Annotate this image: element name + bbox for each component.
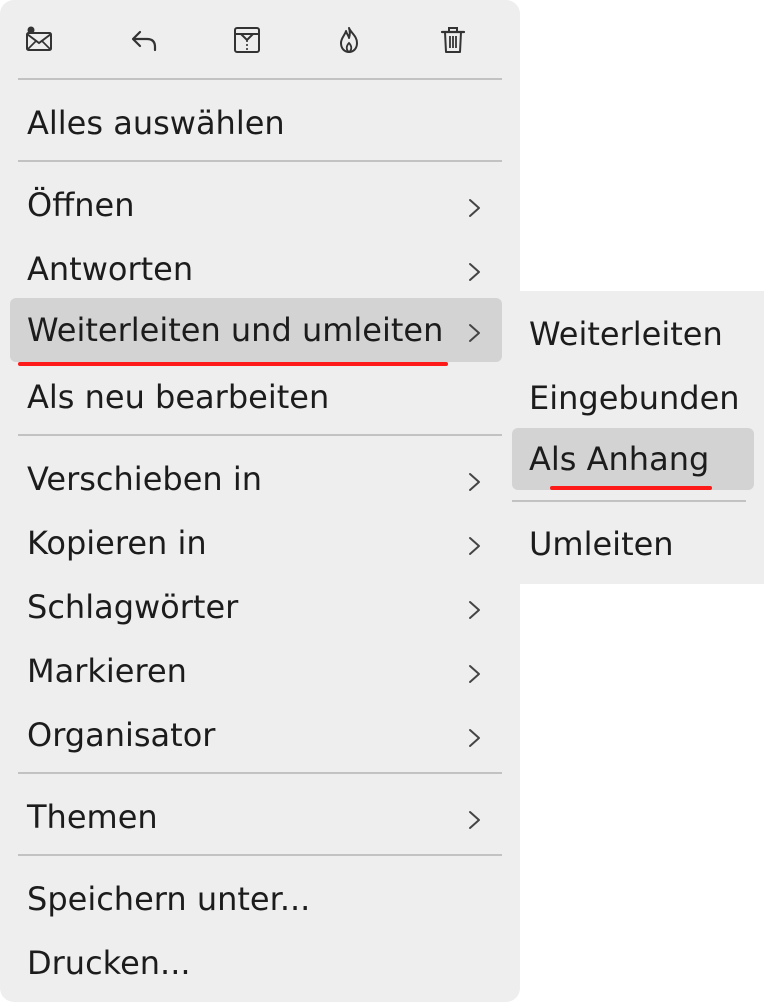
menu-item-label: Alles auswählen: [27, 104, 285, 142]
menu-item-label: Markieren: [27, 652, 187, 690]
menu-item-label: Themen: [27, 798, 158, 836]
menu-item-mark[interactable]: Markieren: [10, 639, 502, 703]
menu-separator: [18, 78, 502, 80]
reply-icon: [131, 30, 157, 52]
submenu-separator: [512, 500, 746, 502]
archive-button[interactable]: [229, 22, 265, 58]
menu-item-open[interactable]: Öffnen: [10, 173, 502, 237]
menu-separator: [18, 434, 502, 436]
junk-button[interactable]: [331, 22, 367, 58]
context-menu: Alles auswählen Öffnen Antworten Weiterl…: [0, 0, 520, 1002]
junk-icon: [340, 27, 358, 54]
menu-item-label: Antworten: [27, 250, 194, 288]
chevron-right-icon: [462, 597, 486, 623]
menu-item-save-as[interactable]: Speichern unter...: [10, 867, 502, 931]
menu-item-label: Weiterleiten und umleiten: [27, 311, 444, 349]
menu-separator: [18, 854, 502, 856]
delete-button[interactable]: [435, 22, 471, 58]
menu-item-reply[interactable]: Antworten: [10, 237, 502, 301]
annotation-underline: [550, 486, 712, 490]
menu-item-threads[interactable]: Themen: [10, 785, 502, 849]
menu-item-label: Verschieben in: [27, 460, 262, 498]
submenu-item-forward[interactable]: Weiterleiten: [512, 303, 754, 365]
submenu-item-inline[interactable]: Eingebunden: [512, 367, 754, 429]
menu-separator: [18, 160, 502, 162]
submenu-item-label: Eingebunden: [529, 379, 740, 417]
menu-item-label: Kopieren in: [27, 524, 207, 562]
chevron-right-icon: [462, 195, 486, 221]
menu-item-label: Organisator: [27, 716, 216, 754]
menu-item-forward-redirect[interactable]: Weiterleiten und umleiten: [10, 298, 502, 362]
forward-submenu: Weiterleiten Eingebunden Als Anhang Umle…: [502, 291, 764, 584]
chevron-right-icon: [462, 259, 486, 285]
menu-item-tags[interactable]: Schlagwörter: [10, 575, 502, 639]
chevron-right-icon: [462, 661, 486, 687]
menu-item-label: Speichern unter...: [27, 880, 311, 918]
submenu-item-label: Als Anhang: [529, 440, 710, 478]
menu-item-label: Als neu bearbeiten: [27, 378, 330, 416]
menu-item-label: Öffnen: [27, 186, 135, 224]
menu-separator: [18, 772, 502, 774]
mark-as-read-button[interactable]: [22, 22, 58, 58]
reply-button[interactable]: [126, 22, 162, 58]
menu-item-print[interactable]: Drucken...: [10, 931, 502, 995]
menu-item-organizer[interactable]: Organisator: [10, 703, 502, 767]
chevron-right-icon: [462, 469, 486, 495]
submenu-item-as-attachment[interactable]: Als Anhang: [512, 428, 754, 490]
menu-item-move-to[interactable]: Verschieben in: [10, 447, 502, 511]
submenu-item-redirect[interactable]: Umleiten: [512, 513, 754, 575]
menu-item-select-all[interactable]: Alles auswählen: [10, 91, 502, 155]
menu-toolbar: [0, 0, 520, 80]
trash-icon: [440, 27, 466, 53]
submenu-item-label: Umleiten: [529, 525, 674, 563]
chevron-right-icon: [462, 807, 486, 833]
submenu-item-label: Weiterleiten: [529, 315, 723, 353]
chevron-right-icon: [462, 533, 486, 559]
menu-item-label: Drucken...: [27, 944, 191, 982]
menu-item-edit-as-new[interactable]: Als neu bearbeiten: [10, 365, 502, 429]
chevron-right-icon: [462, 725, 486, 751]
archive-icon: [234, 27, 260, 53]
menu-item-label: Schlagwörter: [27, 588, 239, 626]
chevron-right-icon: [462, 320, 486, 346]
mark-as-read-icon: [26, 26, 52, 51]
menu-item-copy-to[interactable]: Kopieren in: [10, 511, 502, 575]
